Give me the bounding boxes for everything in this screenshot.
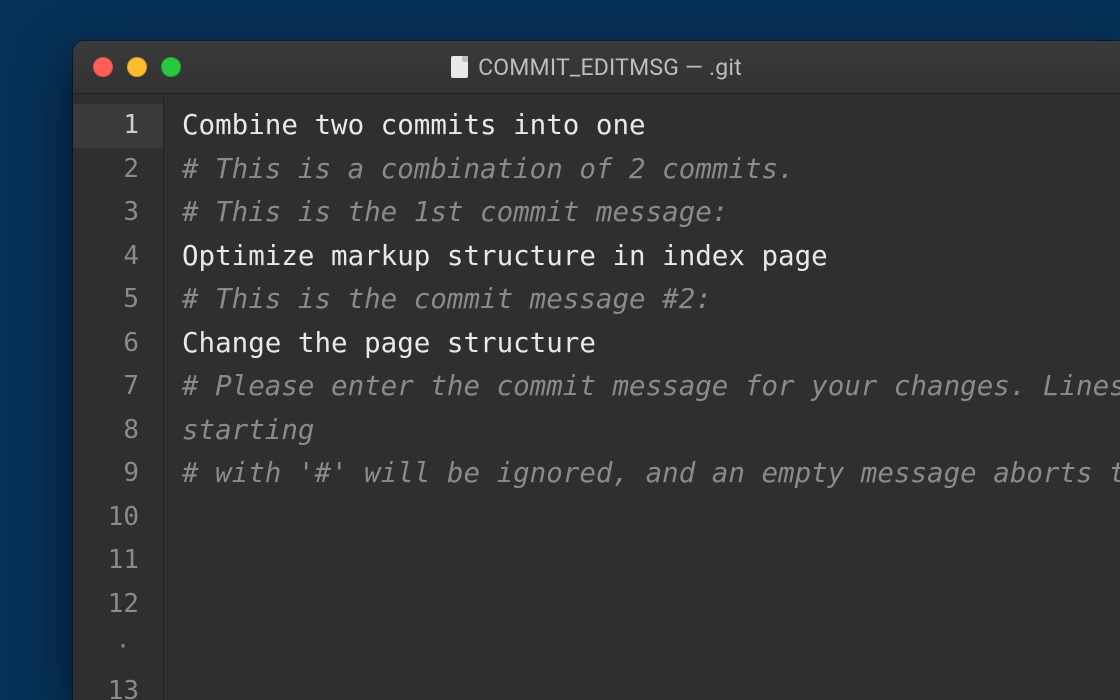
line-number-wrap-indicator: · bbox=[73, 626, 163, 670]
line-number[interactable]: 7 bbox=[73, 365, 163, 409]
close-icon[interactable] bbox=[93, 57, 113, 77]
code-line[interactable]: # Please enter the commit message for yo… bbox=[182, 365, 1120, 409]
line-number[interactable]: 10 bbox=[73, 496, 163, 540]
code-line[interactable]: # with '#' will be ignored, and an empty… bbox=[182, 452, 1120, 496]
editor-window: COMMIT_EDITMSG — .git 1 2 3 4 5 6 7 8 9 … bbox=[73, 41, 1120, 700]
code-line[interactable]: # This is the 1st commit message: bbox=[182, 191, 1120, 235]
line-number[interactable]: 2 bbox=[73, 148, 163, 192]
window-title: COMMIT_EDITMSG — .git bbox=[73, 54, 1120, 81]
code-line[interactable]: Combine two commits into one bbox=[182, 104, 1120, 148]
line-number[interactable]: 4 bbox=[73, 235, 163, 279]
line-number[interactable]: 9 bbox=[73, 452, 163, 496]
line-number[interactable]: 11 bbox=[73, 539, 163, 583]
line-number[interactable]: 13 bbox=[73, 670, 163, 700]
line-number-gutter: 1 2 3 4 5 6 7 8 9 10 11 12 · 13 bbox=[73, 94, 164, 700]
line-number[interactable]: 3 bbox=[73, 191, 163, 235]
code-line-wrap[interactable]: starting bbox=[182, 409, 1120, 453]
editor-area[interactable]: 1 2 3 4 5 6 7 8 9 10 11 12 · 13 Combine … bbox=[73, 94, 1120, 700]
code-line[interactable]: Change the page structure bbox=[182, 322, 1120, 366]
code-line[interactable]: Optimize markup structure in index page bbox=[182, 235, 1120, 279]
line-number[interactable]: 12 bbox=[73, 583, 163, 627]
file-icon bbox=[451, 56, 468, 78]
titlebar[interactable]: COMMIT_EDITMSG — .git bbox=[73, 41, 1120, 94]
line-number[interactable]: 8 bbox=[73, 409, 163, 453]
line-number[interactable]: 1 bbox=[73, 104, 163, 148]
line-number[interactable]: 5 bbox=[73, 278, 163, 322]
code-line[interactable]: # This is the commit message #2: bbox=[182, 278, 1120, 322]
code-content[interactable]: Combine two commits into one # This is a… bbox=[164, 94, 1120, 700]
line-number[interactable]: 6 bbox=[73, 322, 163, 366]
minimize-icon[interactable] bbox=[127, 57, 147, 77]
zoom-icon[interactable] bbox=[161, 57, 181, 77]
window-title-text: COMMIT_EDITMSG — .git bbox=[478, 54, 742, 81]
window-controls bbox=[93, 57, 181, 77]
code-line[interactable]: # This is a combination of 2 commits. bbox=[182, 148, 1120, 192]
